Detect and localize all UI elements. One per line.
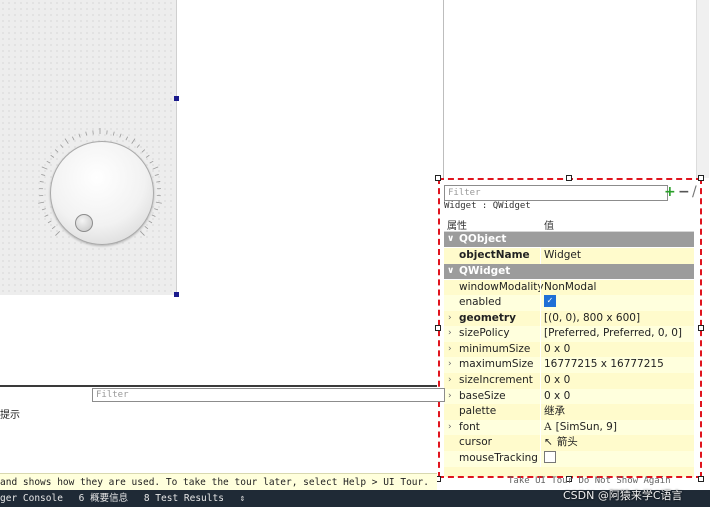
tour-actions[interactable]: Take UI Tour Do Not Show Again (508, 476, 671, 486)
scrollbar[interactable] (696, 0, 709, 178)
dial-tick (125, 136, 129, 141)
dial-tick (50, 154, 55, 158)
status-debugger-console[interactable]: ger Console (0, 493, 63, 504)
status-test-results[interactable]: 8 Test Results (144, 493, 224, 504)
dial-tick (46, 160, 51, 164)
dial-tick (71, 136, 75, 141)
dial-tick (41, 166, 48, 170)
ui-tour-bar: and shows how they are used. To take the… (0, 473, 437, 491)
selection-handle[interactable] (698, 325, 704, 331)
dial-tick (154, 208, 159, 211)
dial-tick (136, 144, 140, 148)
panel-divider (443, 0, 444, 178)
hint-label: 提示 (0, 410, 20, 421)
dial-tick (55, 231, 60, 236)
selection-handle[interactable] (698, 175, 704, 181)
selection-handle[interactable] (566, 175, 572, 181)
dial-tick (112, 131, 115, 136)
watermark: CSDN @阿猿来学C语言 (563, 489, 683, 502)
bottom-panel-divider (0, 385, 437, 387)
resize-handle-right[interactable] (174, 96, 179, 101)
dial-tick (41, 208, 46, 211)
dial-tick (145, 154, 150, 158)
resize-handle-corner[interactable] (174, 292, 179, 297)
dial-tick (51, 225, 56, 230)
selection-handle[interactable] (435, 175, 441, 181)
dial-tick (60, 144, 64, 148)
dial-tick (39, 181, 44, 183)
dial-tick (85, 131, 88, 136)
selection-handle[interactable] (698, 476, 704, 482)
dial-tick (119, 133, 122, 138)
dial-tick (140, 231, 145, 236)
dial-tick (156, 181, 161, 183)
dial-tick (131, 138, 136, 144)
dial-knob[interactable] (75, 214, 93, 232)
dial-tick (154, 174, 159, 176)
dial-tick (38, 201, 45, 204)
selection-handle[interactable] (435, 325, 441, 331)
status-general-messages[interactable]: 6 概要信息 (79, 493, 128, 504)
dial-tick (44, 214, 49, 217)
dial-tick (144, 225, 149, 230)
bottom-filter-input[interactable]: Filter (92, 388, 445, 402)
dial-tick (148, 220, 153, 224)
dial-tick (47, 220, 52, 224)
dial-tick (64, 138, 69, 144)
dial-tick (78, 133, 81, 138)
tour-text: and shows how they are used. To take the… (0, 477, 429, 488)
dial-tick (149, 160, 154, 164)
dial-tick (41, 174, 46, 176)
dial-tick (141, 149, 146, 153)
dial-tick (151, 214, 156, 217)
dial-widget[interactable] (50, 141, 154, 245)
status-more-icon[interactable]: ⇕ (240, 493, 246, 504)
selection-border (438, 178, 702, 478)
dial-tick (54, 149, 59, 153)
dial-tick (155, 201, 162, 204)
dial-tick (152, 166, 159, 170)
